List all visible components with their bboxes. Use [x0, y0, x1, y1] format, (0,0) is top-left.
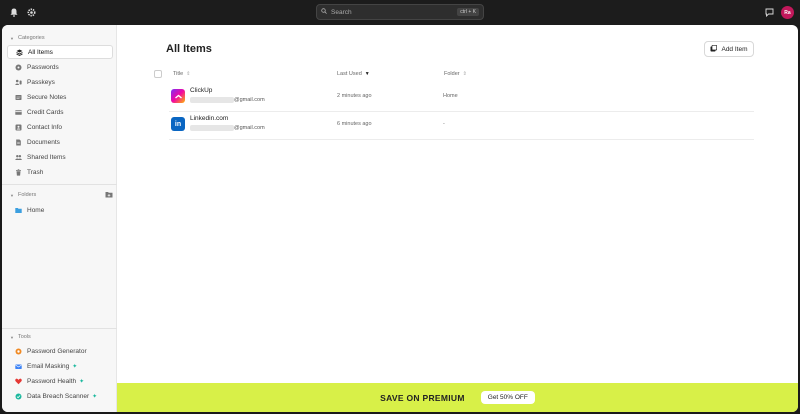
add-item-button[interactable]: Add Item: [704, 41, 754, 57]
password-icon: [15, 64, 22, 71]
sidebar-tool-password-health[interactable]: Password Health ✦: [7, 374, 113, 388]
item-last-used: 6 minutes ago: [337, 121, 372, 127]
clickup-logo: [171, 89, 185, 103]
sidebar-divider: [2, 328, 117, 329]
credit-card-icon: [15, 109, 22, 116]
document-icon: [15, 139, 22, 146]
folders-heading[interactable]: ▼ Folders: [10, 192, 36, 198]
redacted-username: [190, 125, 234, 131]
sidebar: ▼ Categories All Items Passwords Passkey…: [2, 25, 117, 412]
chat-icon[interactable]: [764, 7, 775, 18]
add-item-icon: [710, 44, 718, 54]
sidebar-tool-email-masking[interactable]: Email Masking ✦: [7, 359, 113, 373]
item-folder: Home: [443, 93, 458, 99]
item-folder: -: [443, 121, 445, 127]
sparkle-icon: ✦: [79, 378, 85, 385]
tools-heading[interactable]: ▼ Tools: [10, 334, 31, 340]
app-window: ▼ Categories All Items Passwords Passkey…: [2, 25, 798, 412]
trash-icon: [15, 168, 22, 176]
sidebar-item-passwords[interactable]: Passwords: [7, 60, 113, 74]
select-all-checkbox[interactable]: [154, 70, 162, 78]
search-input[interactable]: Search ctrl + K: [316, 4, 484, 20]
search-icon: [321, 8, 327, 16]
contact-icon: [15, 124, 22, 131]
sort-icon: ⇕: [462, 71, 467, 77]
item-last-used: 2 minutes ago: [337, 93, 372, 99]
item-name: Linkedin.com: [190, 115, 229, 122]
item-username: @gmail.com: [190, 97, 265, 103]
passkey-icon: [15, 79, 22, 86]
table-row[interactable]: ClickUp @gmail.com 2 minutes ago Home: [169, 84, 754, 112]
search-shortcut: ctrl + K: [457, 8, 479, 16]
column-header-last-used[interactable]: Last Used ▼: [337, 71, 370, 77]
bell-icon[interactable]: [8, 7, 19, 18]
sidebar-item-shared-items[interactable]: Shared Items: [7, 150, 113, 164]
sidebar-tool-password-generator[interactable]: Password Generator: [7, 344, 113, 358]
sidebar-divider: [2, 184, 117, 185]
note-icon: [15, 94, 22, 101]
caret-down-icon: ▼: [10, 35, 14, 41]
redacted-username: [190, 97, 234, 103]
top-bar: Search ctrl + K Ra: [0, 0, 800, 25]
sort-icon: ⇕: [186, 71, 191, 77]
caret-down-icon: ▼: [10, 192, 14, 198]
item-name: ClickUp: [190, 87, 213, 94]
sidebar-item-credit-cards[interactable]: Credit Cards: [7, 105, 113, 119]
avatar[interactable]: Ra: [781, 6, 794, 19]
linkedin-logo: in: [171, 117, 185, 131]
sidebar-item-secure-notes[interactable]: Secure Notes: [7, 90, 113, 104]
folder-icon: [15, 207, 22, 214]
column-header-folder[interactable]: Folder ⇕: [444, 71, 467, 77]
sparkle-icon: ✦: [92, 393, 98, 400]
categories-heading[interactable]: ▼ Categories: [10, 35, 45, 41]
banner-text: SAVE ON PREMIUM: [380, 392, 465, 403]
column-header-title[interactable]: Title ⇕: [173, 71, 190, 77]
generator-icon: [15, 348, 22, 355]
heart-icon: [15, 378, 22, 385]
get-discount-button[interactable]: Get 50% OFF: [480, 391, 535, 404]
sidebar-tool-data-breach-scanner[interactable]: Data Breach Scanner ✦: [7, 389, 113, 403]
page-title: All Items: [166, 43, 212, 55]
add-folder-icon[interactable]: [105, 191, 113, 200]
sidebar-item-all-items[interactable]: All Items: [7, 45, 113, 59]
sparkle-icon: ✦: [72, 363, 78, 370]
item-username: @gmail.com: [190, 125, 265, 131]
sidebar-item-contact-info[interactable]: Contact Info: [7, 120, 113, 134]
sort-down-icon: ▼: [364, 71, 370, 77]
scanner-icon: [15, 393, 22, 400]
premium-banner: SAVE ON PREMIUM Get 50% OFF: [117, 383, 798, 412]
sidebar-item-passkeys[interactable]: Passkeys: [7, 75, 113, 89]
shared-icon: [15, 154, 22, 161]
main-content: All Items Add Item Title ⇕ Last Used ▼ Fol…: [117, 25, 798, 383]
sidebar-item-trash[interactable]: Trash: [7, 165, 113, 179]
sidebar-folder-home[interactable]: Home: [7, 203, 113, 217]
sidebar-item-documents[interactable]: Documents: [7, 135, 113, 149]
layers-icon: [16, 49, 23, 56]
gear-icon[interactable]: [26, 7, 37, 18]
caret-down-icon: ▼: [10, 334, 14, 340]
search-placeholder: Search: [331, 8, 352, 16]
email-mask-icon: [15, 363, 22, 370]
table-row[interactable]: in Linkedin.com @gmail.com 6 minutes ago…: [169, 112, 754, 140]
